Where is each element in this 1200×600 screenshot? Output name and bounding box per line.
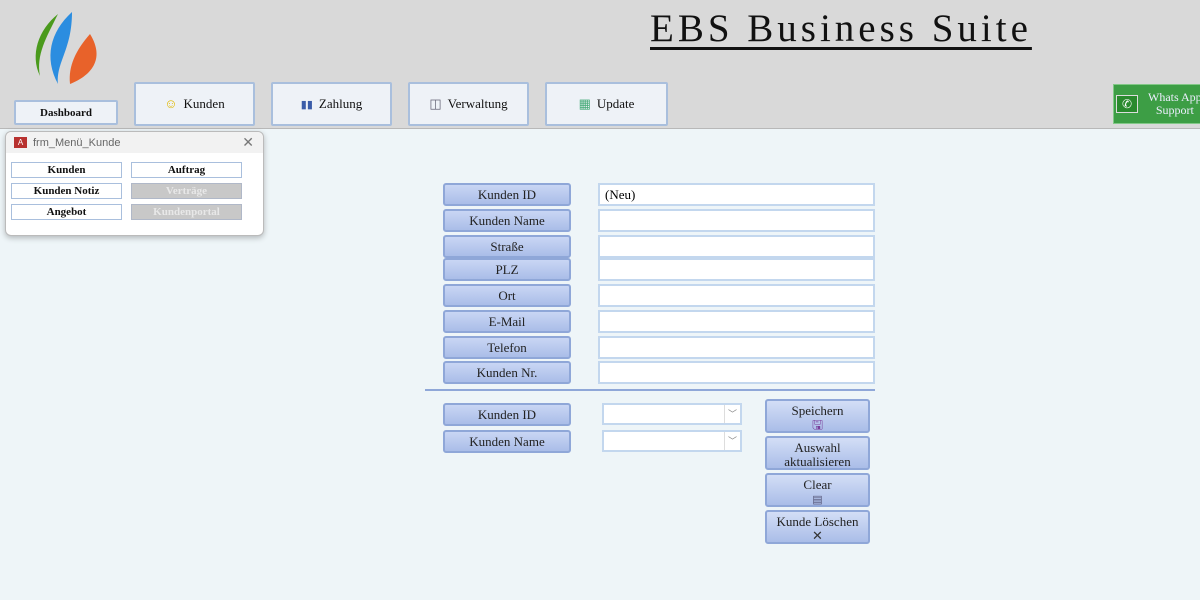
clear-label: Clear [803,477,832,492]
nav-zahlung-label: Zahlung [318,96,363,111]
label-kunden-nr: Kunden Nr. [443,361,571,384]
field-e-mail[interactable] [598,310,875,333]
separator [425,389,875,391]
popup-vertraege-button: Verträge [131,183,242,199]
refresh-selection-button[interactable]: Auswahl aktualisieren [765,436,870,470]
label-e-mail: E-Mail [443,310,571,333]
label-kunden-id: Kunden ID [443,183,571,206]
nav-kunden-label: Kunden [183,96,225,111]
smiley-icon: ☺ [164,96,178,111]
clear-filter-icon: ▤ [812,494,823,506]
close-icon[interactable]: ✕ [242,134,254,151]
field-kunden-id[interactable]: (Neu) [598,183,875,206]
app-title: EBS Business Suite [650,7,1032,50]
kunden-name-combo[interactable]: ﹀ [602,430,742,452]
floppy-icon: 🖫 [811,417,824,432]
columns-icon: ◫ [429,96,442,111]
label-plz: PLZ [443,258,571,281]
field-stra-e[interactable] [598,235,875,258]
whatsapp-icon: ✆ [1116,95,1138,113]
nav-verwaltung-label: Verwaltung [447,96,508,111]
whatsapp-line2: Support [1155,103,1194,117]
popup-kundenportal-button: Kundenportal [131,204,242,220]
nav-zahlung[interactable]: ▮▮ Zahlung [271,82,392,126]
nav-kunden[interactable]: ☺ Kunden [134,82,255,126]
nav-verwaltung[interactable]: ◫ Verwaltung [408,82,529,126]
label-telefon: Telefon [443,336,571,359]
delete-customer-button[interactable]: Kunde Löschen ✕ [765,510,870,544]
refresh-label-2: aktualisieren [784,454,851,469]
field-plz[interactable] [598,258,875,281]
kunden-id-combo[interactable]: ﹀ [602,403,742,425]
nav-dashboard[interactable]: Dashboard [14,100,118,125]
x-icon: ✕ [812,528,823,543]
nav-update[interactable]: ▦ Update [545,82,668,126]
chevron-down-icon[interactable]: ﹀ [724,432,740,450]
popup-titlebar: Afrm_Menü_Kunde ✕ [6,132,263,153]
access-icon: A [14,137,27,148]
delete-label: Kunde Löschen [776,514,859,529]
customer-menu-popup: Afrm_Menü_Kunde ✕ Kunden Auftrag Kunden N… [5,131,264,236]
refresh-label-1: Auswahl [794,440,841,455]
popup-title: frm_Menü_Kunde [33,136,121,149]
clear-button[interactable]: Clear ▤ [765,473,870,507]
search-label-kunden-id: Kunden ID [443,403,571,426]
save-button[interactable]: Speichern 🖫 [765,399,870,433]
field-kunden-nr[interactable] [598,361,875,384]
field-telefon[interactable] [598,336,875,359]
label-stra-e: Straße [443,235,571,258]
nav-update-label: Update [596,96,635,111]
field-kunden-name[interactable] [598,209,875,232]
popup-kunden-notiz-button[interactable]: Kunden Notiz [11,183,122,199]
app-logo [28,10,106,86]
popup-angebot-button[interactable]: Angebot [11,204,122,220]
nav-dashboard-label: Dashboard [40,106,92,119]
search-label-kunden-name: Kunden Name [443,430,571,453]
label-kunden-name: Kunden Name [443,209,571,232]
popup-auftrag-button[interactable]: Auftrag [131,162,242,178]
table-update-icon: ▦ [578,96,591,111]
chevron-down-icon[interactable]: ﹀ [724,405,740,423]
label-ort: Ort [443,284,571,307]
chart-icon: ▮▮ [300,98,313,111]
popup-kunden-button[interactable]: Kunden [11,162,122,178]
whatsapp-support-button[interactable]: ✆ Whats App Support [1113,84,1200,124]
whatsapp-line1: Whats App [1148,90,1200,104]
save-label: Speichern [791,403,844,418]
field-ort[interactable] [598,284,875,307]
